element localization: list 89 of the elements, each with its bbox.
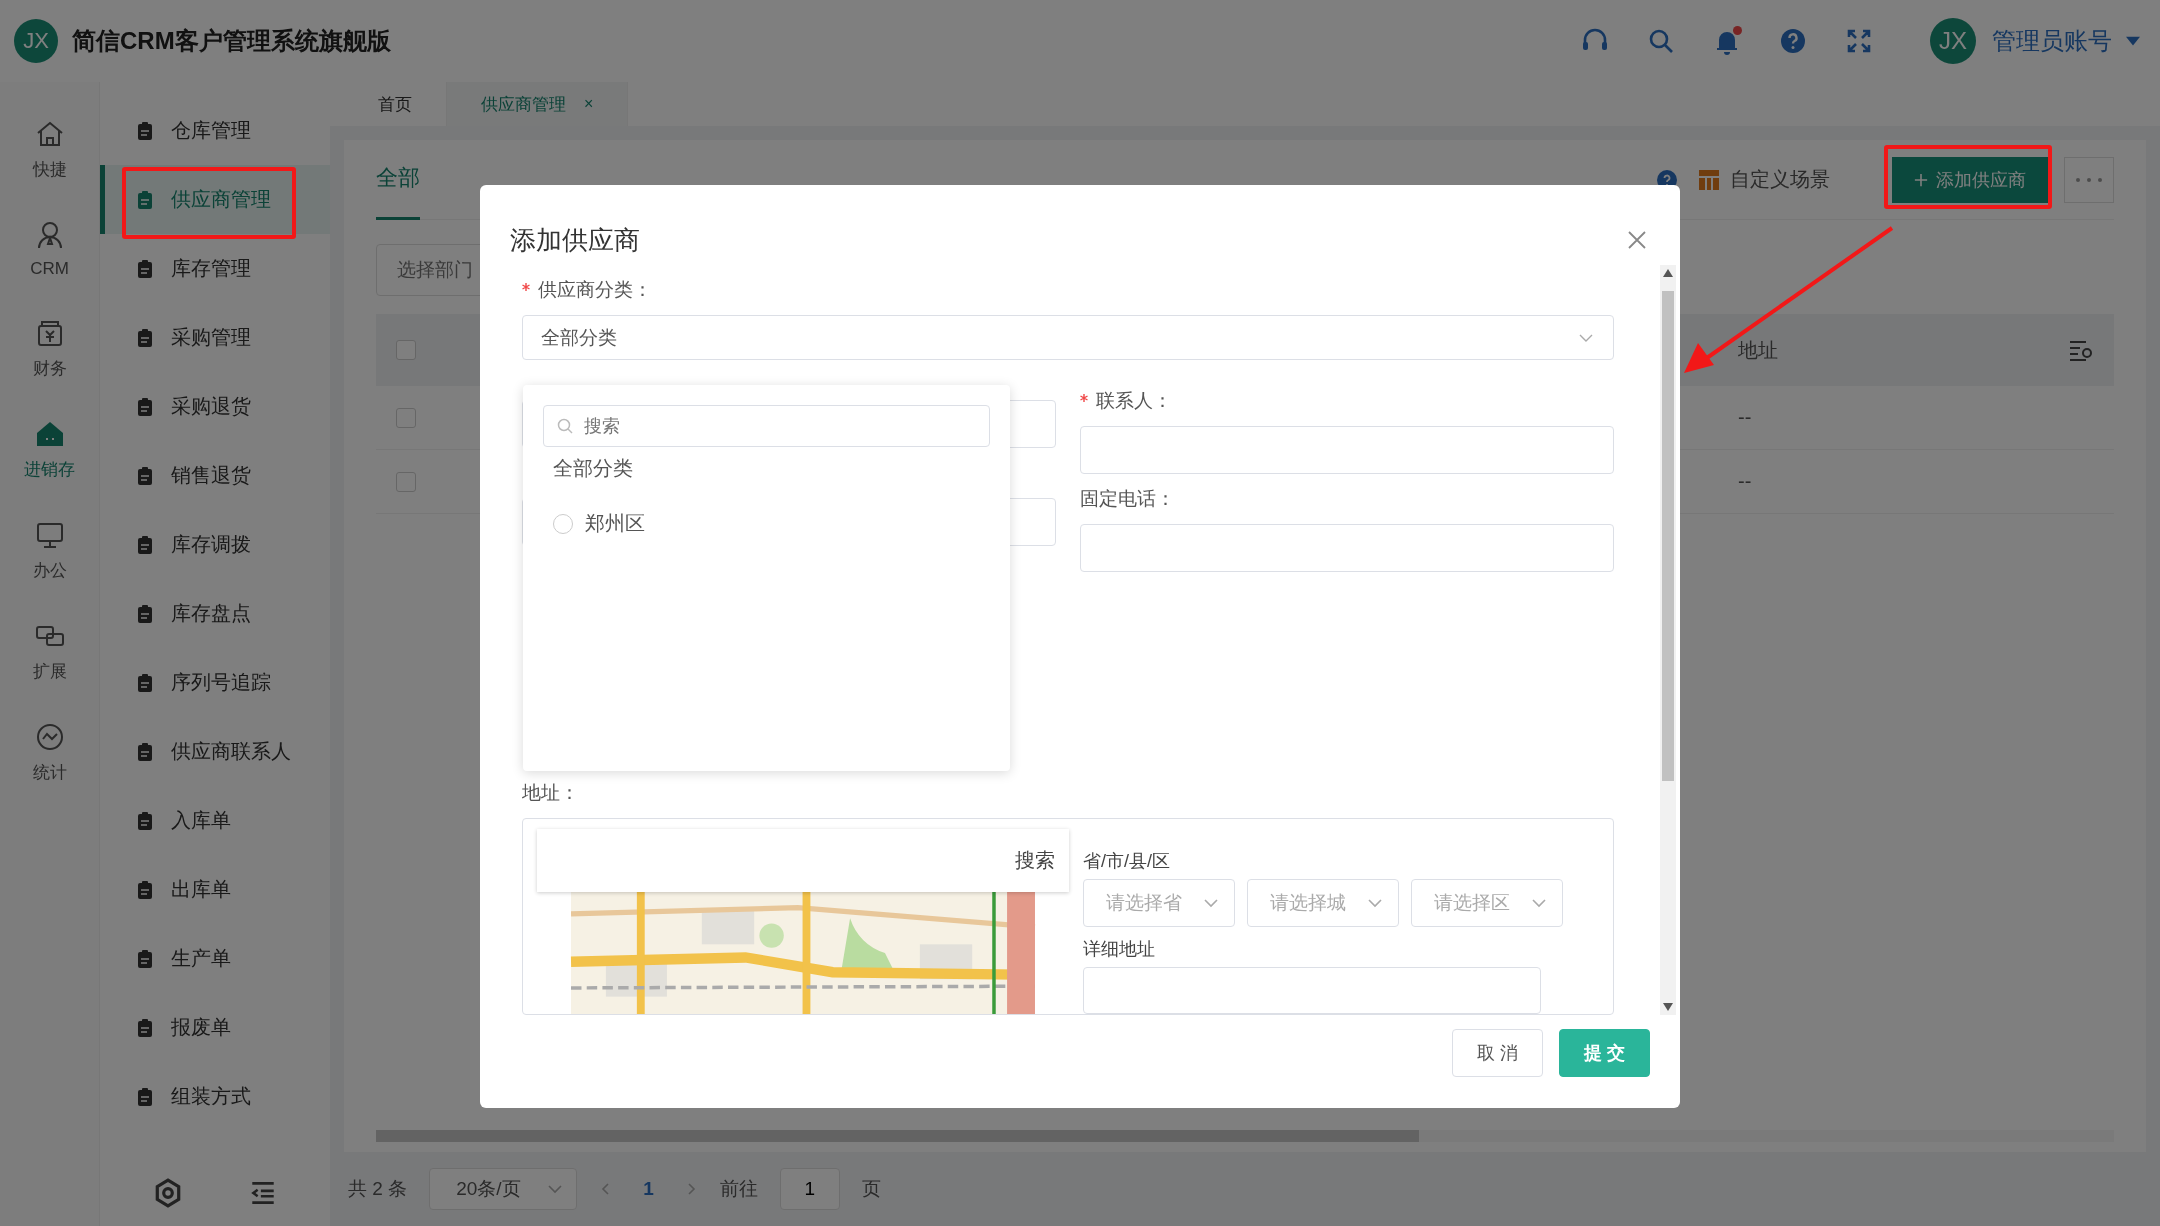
menu-item[interactable]: 供应商联系人 bbox=[100, 717, 330, 786]
clipboard-icon bbox=[135, 189, 155, 210]
menu-item[interactable]: 供应商管理 bbox=[100, 165, 330, 234]
field-label: 详细地址 bbox=[1083, 938, 1156, 962]
custom-scene-button[interactable]: 自定义场景 bbox=[1692, 165, 1836, 194]
field-label: 省/市/县/区 bbox=[1083, 850, 1171, 874]
app-title: 简信CRM客户管理系统旗舰版 bbox=[72, 26, 391, 56]
search-button[interactable]: 搜索 bbox=[1015, 847, 1055, 874]
clipboard-icon bbox=[135, 465, 155, 486]
page-number[interactable]: 1 bbox=[635, 1178, 662, 1200]
select-all-checkbox[interactable] bbox=[396, 340, 416, 360]
menu-item[interactable]: 仓库管理 bbox=[100, 96, 330, 165]
user-avatar[interactable]: JX bbox=[1930, 18, 1976, 64]
menu-item[interactable]: 库存调拨 bbox=[100, 510, 330, 579]
clipboard-icon bbox=[135, 672, 155, 693]
grid-icon bbox=[1698, 168, 1720, 191]
radio-option[interactable]: 郑州区 bbox=[543, 498, 655, 549]
menu-item[interactable]: 采购管理 bbox=[100, 303, 330, 372]
close-icon[interactable]: × bbox=[584, 95, 594, 113]
menu-item[interactable]: 销售退货 bbox=[100, 441, 330, 510]
nav-item[interactable]: 扩展 bbox=[32, 620, 67, 683]
row-checkbox[interactable] bbox=[396, 407, 416, 428]
clipboard-icon bbox=[135, 810, 155, 831]
region-select[interactable]: 请选择区 bbox=[1411, 879, 1563, 928]
nav-item[interactable]: CRM bbox=[30, 219, 69, 279]
menu-item[interactable]: 出库单 bbox=[100, 855, 330, 924]
clipboard-icon bbox=[135, 396, 155, 417]
plus-icon bbox=[1914, 172, 1928, 187]
menu-item[interactable]: 采购退货 bbox=[100, 372, 330, 441]
row-checkbox[interactable] bbox=[396, 471, 416, 492]
clipboard-icon bbox=[135, 258, 155, 279]
scrollbar-thumb[interactable] bbox=[1662, 291, 1674, 781]
clipboard-icon bbox=[135, 948, 155, 969]
input-field[interactable] bbox=[1080, 426, 1614, 475]
nav-item[interactable]: 统计 bbox=[32, 721, 67, 784]
cancel-button[interactable]: 取 消 bbox=[1451, 1029, 1543, 1077]
table-cell-text: -- bbox=[1738, 406, 1753, 429]
total-count: 共 2 条 bbox=[348, 1177, 408, 1201]
category-select[interactable]: 全部分类 bbox=[522, 315, 1614, 361]
nav-item[interactable]: 进销存 bbox=[24, 418, 75, 481]
menu-item[interactable]: 入库单 bbox=[100, 786, 330, 855]
clipboard-icon bbox=[135, 741, 155, 762]
scrollbar-thumb[interactable] bbox=[376, 1130, 1419, 1142]
region-select[interactable]: 请选择城 bbox=[1247, 879, 1399, 928]
clipboard-icon bbox=[135, 534, 155, 555]
scroll-down-icon[interactable] bbox=[1663, 1003, 1673, 1011]
goto-label: 前往 bbox=[719, 1177, 758, 1201]
clipboard-icon bbox=[135, 327, 155, 348]
clipboard-icon bbox=[135, 1017, 155, 1038]
nav-item[interactable]: 财务 bbox=[32, 317, 67, 380]
field-label: 供应商分类： bbox=[538, 279, 652, 300]
page-input[interactable]: 1 bbox=[779, 1168, 840, 1210]
clipboard-icon bbox=[135, 1086, 155, 1107]
input-field[interactable] bbox=[1083, 967, 1541, 1014]
nav-item[interactable]: 快捷 bbox=[32, 118, 67, 181]
user-name[interactable]: 管理员账号 bbox=[1992, 25, 2112, 57]
menu-item[interactable]: 生产单 bbox=[100, 924, 330, 993]
menu-item[interactable]: 组装方式 bbox=[100, 1062, 330, 1131]
input-field[interactable] bbox=[1080, 524, 1614, 573]
caret-icon[interactable] bbox=[2126, 34, 2140, 48]
clipboard-icon bbox=[135, 879, 155, 900]
dialog-title: 添加供应商 bbox=[510, 223, 640, 257]
clipboard-icon bbox=[135, 603, 155, 624]
scroll-up-icon[interactable] bbox=[1663, 269, 1673, 277]
menu-item[interactable]: 库存盘点 bbox=[100, 579, 330, 648]
filter-tab[interactable]: 全部 bbox=[376, 139, 420, 220]
add-supplier-button[interactable]: 添加供应商 bbox=[1892, 156, 2048, 203]
close-icon[interactable] bbox=[1626, 229, 1648, 251]
column-header: 地址 bbox=[1738, 337, 1779, 363]
map-search-bar[interactable]: 搜索 bbox=[537, 829, 1069, 892]
option-heading: 全部分类 bbox=[552, 456, 634, 481]
region-select[interactable]: 请选择省 bbox=[1083, 879, 1235, 928]
page-size-select[interactable]: 20条/页 bbox=[429, 1168, 578, 1210]
dots-icon bbox=[2075, 176, 2103, 183]
menu-item[interactable]: 报废单 bbox=[100, 993, 330, 1062]
menu-item[interactable]: 库存管理 bbox=[100, 234, 330, 303]
table-cell-text: -- bbox=[1738, 470, 1753, 493]
page-tab[interactable]: 供应商管理 × bbox=[447, 82, 629, 126]
nav-item[interactable]: 办公 bbox=[32, 519, 67, 582]
field-label: 联系人： bbox=[1096, 390, 1172, 412]
menu-item[interactable]: 序列号追踪 bbox=[100, 648, 330, 717]
clipboard-icon bbox=[135, 120, 155, 141]
field-label: 地址： bbox=[522, 781, 580, 806]
radio-button[interactable] bbox=[553, 513, 573, 534]
submit-button[interactable]: 提 交 bbox=[1559, 1029, 1650, 1077]
logo: JX bbox=[14, 19, 58, 63]
page-suffix: 页 bbox=[861, 1177, 881, 1201]
field-label: 固定电话： bbox=[1080, 488, 1175, 510]
search-field[interactable]: 搜索 bbox=[543, 405, 990, 447]
